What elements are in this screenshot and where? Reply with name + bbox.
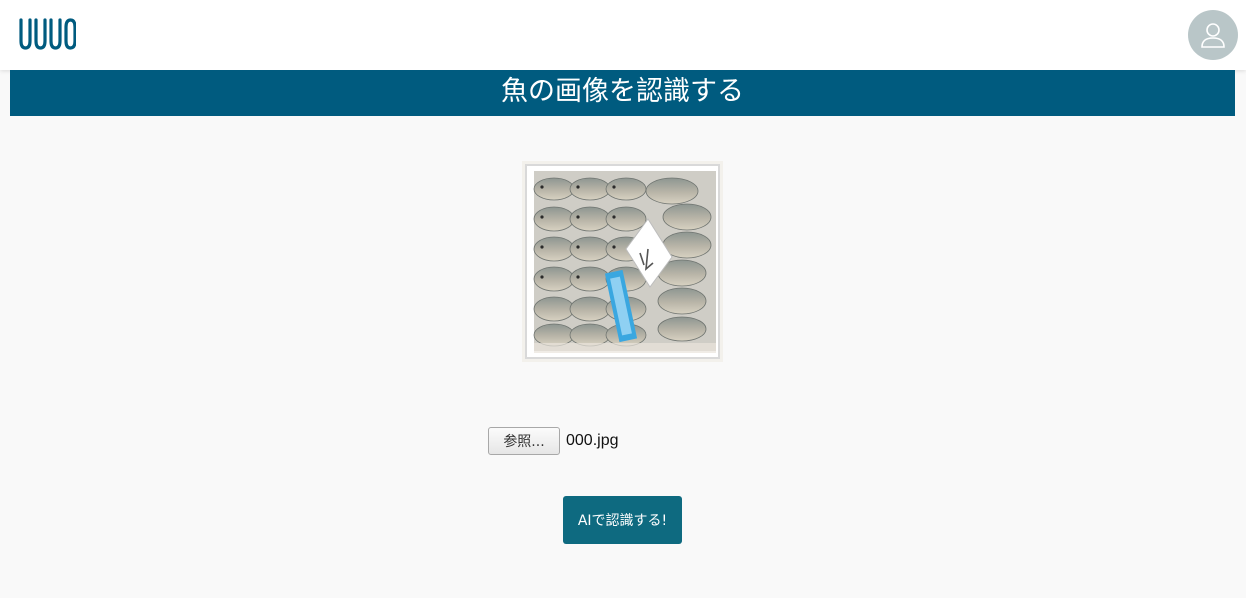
page-title: 魚の画像を認識する [10,70,1235,116]
user-icon [1201,23,1225,48]
fish-image-preview [522,161,723,362]
recognize-button[interactable]: AIで認識する! [563,496,682,544]
browse-button[interactable]: 参照... [488,427,560,455]
uuuo-logo-icon[interactable] [18,18,77,50]
selected-file-name: 000.jpg [566,432,619,449]
file-input[interactable]: 参照... 000.jpg [488,427,619,455]
top-navbar [0,0,1246,70]
user-avatar[interactable] [1188,10,1238,60]
